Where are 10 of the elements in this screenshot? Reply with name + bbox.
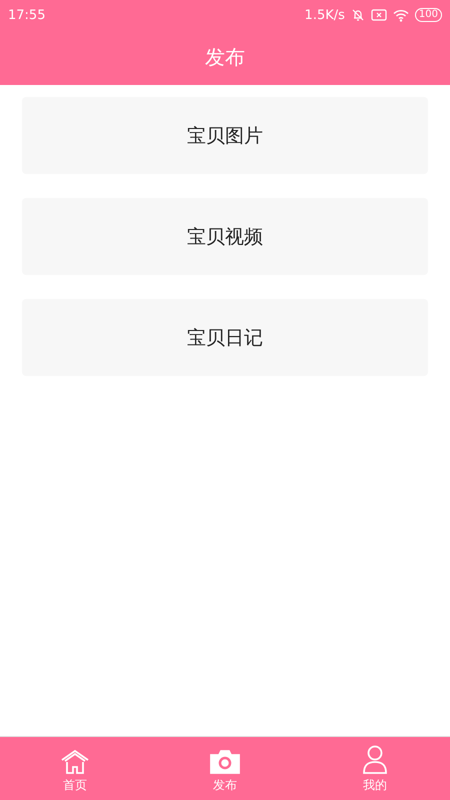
- sim-icon: [370, 9, 387, 21]
- battery-level: 100: [414, 8, 442, 22]
- muted-bell-icon: [350, 8, 365, 22]
- page-title: 发布: [205, 44, 245, 71]
- option-card[interactable]: 宝贝日记: [22, 299, 428, 376]
- wifi-icon: [392, 8, 409, 22]
- network-speed: 1.5K/s: [304, 8, 345, 22]
- option-card[interactable]: 宝贝视频: [22, 198, 428, 275]
- status-time: 17:55: [8, 8, 46, 22]
- option-card[interactable]: 宝贝图片: [22, 97, 428, 174]
